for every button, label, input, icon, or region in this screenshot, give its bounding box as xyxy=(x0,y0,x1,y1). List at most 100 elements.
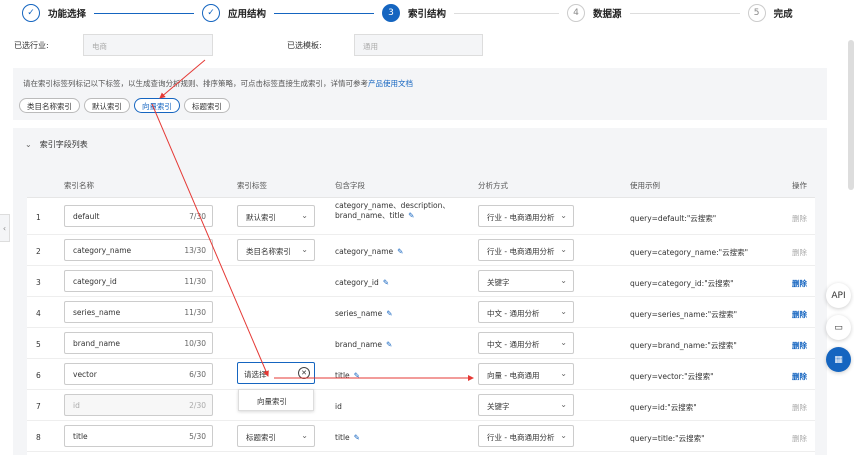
panel-header[interactable]: ⌄ 索引字段列表 xyxy=(25,139,88,150)
step-function-select: ✓ 功能选择 xyxy=(22,4,86,22)
chip-title-index[interactable]: 标题索引 xyxy=(184,98,230,113)
field-list: series_name ✎ xyxy=(335,309,393,318)
collapse-sidebar-tab[interactable]: ‹ xyxy=(0,214,10,242)
edit-icon[interactable]: ✎ xyxy=(386,309,392,318)
industry-label: 已选行业: xyxy=(14,41,49,50)
char-count: 6/30 xyxy=(189,370,206,379)
chip-default-index[interactable]: 默认索引 xyxy=(84,98,130,113)
char-count: 7/30 xyxy=(189,212,206,221)
field-value: series_name xyxy=(335,309,383,318)
analyzer-select[interactable]: 关键字 ⌄ xyxy=(478,394,574,416)
analyzer-select[interactable]: 向量 - 电商通用 ⌄ xyxy=(478,363,574,385)
apps-grid-icon[interactable]: ▦ xyxy=(826,347,851,372)
field-list: category_name、description、brand_name、tit… xyxy=(335,201,455,221)
col-tag: 索引标签 xyxy=(237,181,267,190)
step-connector xyxy=(94,12,195,14)
hint-body: 请在索引标签列标记以下标签，以生成查询分析规则、排序策略，可点击标签直接生成索引… xyxy=(23,79,368,88)
tag-placeholder: 请选择 xyxy=(244,370,267,379)
index-name-input[interactable]: title 5/30 xyxy=(64,425,213,447)
index-tag-select[interactable]: 类目名称索引 ⌄ xyxy=(237,239,315,261)
delete-button[interactable]: 删除 xyxy=(792,433,807,444)
delete-button[interactable]: 删除 xyxy=(792,278,807,289)
char-count: 11/30 xyxy=(184,277,206,286)
edit-icon[interactable]: ✎ xyxy=(386,340,392,349)
edit-icon[interactable]: ✎ xyxy=(354,433,360,442)
delete-button[interactable]: 删除 xyxy=(792,213,807,224)
index-name-input[interactable]: series_name 11/30 xyxy=(64,301,213,323)
api-button[interactable]: API xyxy=(826,283,851,308)
step-label: 索引结构 xyxy=(408,9,447,20)
progress-steps: ✓ 功能选择 ✓ 应用结构 3 索引结构 4 数据源 5 完成 xyxy=(0,0,854,26)
chevron-down-icon: ⌄ xyxy=(560,307,567,316)
step-label: 应用结构 xyxy=(228,9,267,20)
index-name-input[interactable]: id 2/30 xyxy=(64,394,213,416)
template-field: 通用 xyxy=(354,34,483,56)
field-list: title ✎ xyxy=(335,371,360,380)
analyzer-select[interactable]: 中文 - 通用分析 ⌄ xyxy=(478,332,574,354)
index-tag-hint: 请在索引标签列标记以下标签，以生成查询分析规则、排序策略，可点击标签直接生成索引… xyxy=(13,68,827,120)
analyzer-select[interactable]: 行业 - 电商通用分析 ⌄ xyxy=(478,239,574,261)
index-name-input[interactable]: category_name 13/30 xyxy=(64,239,213,261)
table-row: 3 category_id 11/30 category_id ✎ 关键字 ⌄ qu… xyxy=(27,266,815,297)
edit-icon[interactable]: ✎ xyxy=(383,278,389,287)
index-name-input[interactable]: vector 6/30 xyxy=(64,363,213,385)
tag-chips: 类目名称索引 默认索引 向量索引 标题索引 xyxy=(19,98,230,113)
chevron-down-icon[interactable]: ⌄ xyxy=(25,140,32,149)
col-example: 使用示例 xyxy=(630,181,660,190)
analyzer-select[interactable]: 关键字 ⌄ xyxy=(478,270,574,292)
delete-button[interactable]: 删除 xyxy=(792,247,807,258)
index-tag-select[interactable]: 标题索引 ⌄ xyxy=(237,425,315,447)
step-number: 5 xyxy=(747,4,766,22)
field-value: title xyxy=(335,433,350,442)
chevron-down-icon: ⌄ xyxy=(560,431,567,440)
index-name-value: vector xyxy=(73,370,97,379)
analyzer-select[interactable]: 中文 - 通用分析 ⌄ xyxy=(478,301,574,323)
analyzer-value: 行业 - 电商通用分析 xyxy=(487,213,555,222)
chevron-down-icon: ⌄ xyxy=(301,211,308,220)
chevron-down-icon: ⌄ xyxy=(560,245,567,254)
dropdown-option-vector-index[interactable]: 向量索引 xyxy=(257,397,287,406)
chevron-down-icon: ⌄ xyxy=(560,400,567,409)
index-name-input[interactable]: category_id 11/30 xyxy=(64,270,213,292)
usage-example: query=id:"云搜索" xyxy=(630,403,697,412)
edit-icon[interactable]: ✎ xyxy=(408,211,414,220)
delete-button[interactable]: 删除 xyxy=(792,309,807,320)
index-name-input[interactable]: default 7/30 xyxy=(64,205,213,227)
edit-icon[interactable]: ✎ xyxy=(354,371,360,380)
chip-vector-index[interactable]: 向量索引 xyxy=(134,98,180,113)
usage-example: query=vector:"云搜索" xyxy=(630,372,714,381)
index-tag-select[interactable]: 默认索引 ⌄ xyxy=(237,205,315,227)
chevron-down-icon: ⌄ xyxy=(301,245,308,254)
index-tag-input-focused[interactable]: 请选择 ✕ xyxy=(237,362,315,384)
index-name-value: category_name xyxy=(73,246,132,255)
delete-button[interactable]: 删除 xyxy=(792,371,807,382)
step-check-icon: ✓ xyxy=(202,4,221,22)
index-name-input[interactable]: brand_name 10/30 xyxy=(64,332,213,354)
delete-button[interactable]: 删除 xyxy=(792,402,807,413)
chip-category-index[interactable]: 类目名称索引 xyxy=(19,98,80,113)
scrollbar[interactable] xyxy=(848,40,854,190)
col-fields: 包含字段 xyxy=(335,181,365,190)
row-index: 8 xyxy=(36,433,41,442)
analyzer-select[interactable]: 行业 - 电商通用分析 ⌄ xyxy=(478,205,574,227)
docs-link[interactable]: 产品使用文档 xyxy=(368,79,413,88)
step-finish: 5 完成 xyxy=(747,4,793,22)
delete-button[interactable]: 删除 xyxy=(792,340,807,351)
table-row: 7 id 2/30 id 关键字 ⌄ query=id:"云搜索" 删除 xyxy=(27,390,815,421)
usage-example: query=category_name:"云搜索" xyxy=(630,248,749,257)
panel-title: 索引字段列表 xyxy=(39,140,88,149)
usage-example: query=title:"云搜索" xyxy=(630,434,705,443)
index-name-value: category_id xyxy=(73,277,117,286)
field-list: category_id ✎ xyxy=(335,278,389,287)
edit-icon[interactable]: ✎ xyxy=(397,247,403,256)
step-app-structure: ✓ 应用结构 xyxy=(202,4,266,22)
col-name: 索引名称 xyxy=(64,181,94,190)
analyzer-select[interactable]: 行业 - 电商通用分析 ⌄ xyxy=(478,425,574,447)
field-value: brand_name xyxy=(335,340,382,349)
col-analyzer: 分析方式 xyxy=(478,181,508,190)
clear-icon[interactable]: ✕ xyxy=(298,367,310,379)
char-count: 11/30 xyxy=(184,308,206,317)
analyzer-value: 中文 - 通用分析 xyxy=(487,309,540,318)
row-index: 4 xyxy=(36,309,41,318)
chat-icon[interactable]: ▭ xyxy=(826,315,851,340)
